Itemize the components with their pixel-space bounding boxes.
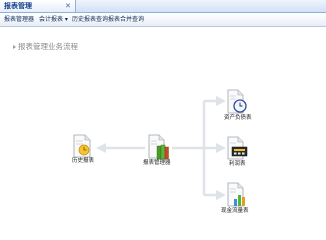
clock-document-icon [227, 89, 247, 114]
flow-diagram [96, 96, 226, 200]
bar-chart-document-icon [227, 182, 245, 207]
node-label-history: 历史报表 [72, 158, 95, 164]
node-profit-statement[interactable] [226, 136, 248, 160]
node-label-cashflow: 现金流量表 [221, 208, 249, 214]
node-label-manager: 报表管理器 [143, 160, 171, 166]
clock-document-icon [73, 134, 91, 158]
node-cashflow-statement[interactable] [226, 182, 248, 208]
node-balance-sheet[interactable] [226, 89, 248, 115]
books-document-icon [148, 134, 169, 160]
node-history-report[interactable] [72, 134, 92, 158]
node-label-balance: 资产负债表 [224, 115, 252, 121]
node-report-manager[interactable] [147, 134, 169, 160]
calculator-document-icon [227, 136, 248, 160]
node-label-profit: 利润表 [229, 161, 246, 167]
